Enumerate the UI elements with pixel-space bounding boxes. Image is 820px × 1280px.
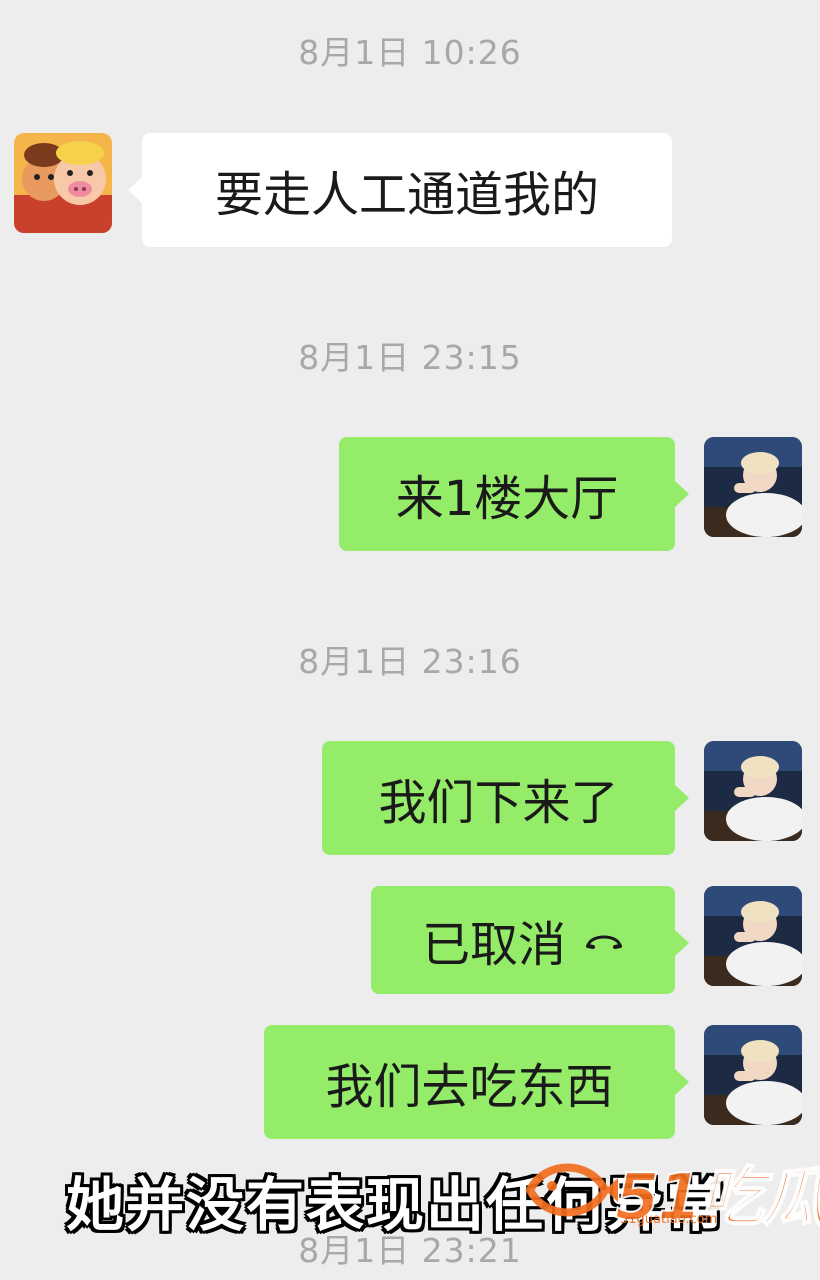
contact-avatar[interactable]	[14, 133, 112, 233]
message-bubble-outgoing[interactable]: 我们去吃东西	[264, 1025, 689, 1139]
call-cancelled-bubble[interactable]: 已取消	[371, 886, 689, 994]
timestamp: 8月1日 23:15	[298, 338, 522, 377]
phone-hangup-icon	[584, 928, 624, 952]
message-text: 我们下来了	[378, 775, 619, 831]
message-text: 要走人工通道我的	[214, 167, 599, 223]
message-text: 我们去吃东西	[325, 1059, 614, 1115]
watermark-url: 51guatiao.com	[620, 1212, 718, 1227]
chat-view: 8月1日 10:26 要走人工通道我的 8月1日 23:15 来1楼大厅 8月1…	[0, 0, 820, 1280]
timestamp: 8月1日 10:26	[298, 33, 522, 72]
watermark-logo: 51吃瓜 51guatiao.com	[520, 1150, 820, 1236]
self-avatar[interactable]	[704, 1025, 802, 1125]
self-avatar[interactable]	[704, 437, 802, 537]
self-avatar[interactable]	[704, 886, 802, 986]
message-text: 已取消	[421, 917, 566, 973]
timestamp: 8月1日 23:16	[298, 642, 522, 681]
message-bubble-outgoing[interactable]: 我们下来了	[322, 741, 689, 855]
watermark-fish-icon	[525, 1163, 618, 1217]
message-bubble-incoming[interactable]: 要走人工通道我的	[128, 133, 672, 247]
message-bubble-outgoing[interactable]: 来1楼大厅	[339, 437, 689, 551]
self-avatar[interactable]	[704, 741, 802, 841]
message-text: 来1楼大厅	[395, 471, 619, 527]
